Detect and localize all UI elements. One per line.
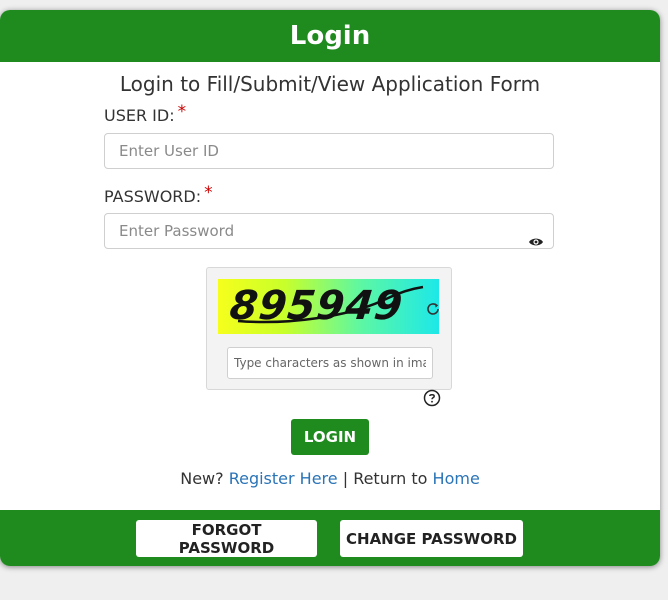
help-circle-icon[interactable] <box>423 389 441 407</box>
user-id-label: USER ID: * <box>104 102 186 126</box>
captcha-noise-line <box>237 285 424 324</box>
account-links: New? Register Here | Return to Home <box>0 469 660 488</box>
page-title: Login <box>289 21 371 51</box>
form-subtitle: Login to Fill/Submit/View Application Fo… <box>119 72 541 96</box>
user-id-label-text: USER ID: <box>104 106 175 125</box>
required-asterisk: * <box>177 102 187 122</box>
login-button[interactable]: LOGIN <box>291 419 369 455</box>
change-password-button[interactable]: CHANGE PASSWORD <box>340 520 523 557</box>
refresh-icon[interactable] <box>425 301 441 317</box>
login-card: Login Login to Fill/Submit/View Applicat… <box>0 10 660 566</box>
card-footer: FORGOT PASSWORD CHANGE PASSWORD <box>0 510 660 566</box>
home-link[interactable]: Home <box>433 469 480 488</box>
captcha-image: 895949 <box>218 279 439 334</box>
links-separator: | <box>342 469 349 488</box>
return-prefix-text: Return to <box>353 469 428 488</box>
card-header: Login <box>0 10 660 62</box>
new-prefix-text: New? <box>180 469 224 488</box>
register-link[interactable]: Register Here <box>229 469 338 488</box>
password-label: PASSWORD: * <box>104 183 213 207</box>
user-id-input[interactable] <box>104 133 554 169</box>
eye-icon[interactable] <box>528 234 544 250</box>
password-input[interactable] <box>104 213 554 249</box>
required-asterisk: * <box>204 183 213 203</box>
password-label-text: PASSWORD: <box>104 187 202 206</box>
forgot-password-button[interactable]: FORGOT PASSWORD <box>136 520 317 557</box>
captcha-panel: 895949 <box>206 267 452 390</box>
captcha-input[interactable] <box>227 347 433 379</box>
